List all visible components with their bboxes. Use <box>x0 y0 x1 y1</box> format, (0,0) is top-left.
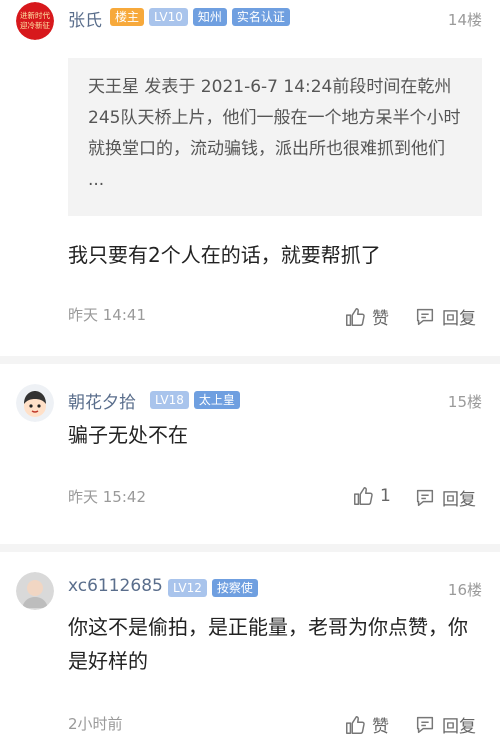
avatar-logo-image: 进新时代 迎冷新征 <box>16 2 54 40</box>
floor-number: 16楼 <box>447 581 482 599</box>
reply-label: 回复 <box>442 717 476 737</box>
svg-text:进新时代: 进新时代 <box>20 10 50 20</box>
reply-bubble-icon <box>416 716 434 733</box>
reply-bubble-icon <box>416 489 434 506</box>
comment-15: 朝花夕拾 LV18 太上皇 15楼 骗子无处不在 昨天 15:42 1 回复 <box>0 364 500 544</box>
svg-text:迎冷新征: 迎冷新征 <box>20 20 50 30</box>
comment-16: xc6112685 LV12 按察使 16楼 你这不是偷拍，是正能量，老哥为你点… <box>0 552 500 755</box>
thumbs-up-icon <box>346 715 365 734</box>
reply-button[interactable]: 回复 <box>414 304 476 329</box>
thumbs-up-icon <box>354 487 373 505</box>
quoted-post[interactable]: 天王星 发表于 2021-6-7 14:24前段时间在乾州245队天桥上片，他们… <box>68 58 482 216</box>
comment-text: 我只要有2个人在的话，就要帮抓了 <box>68 243 381 267</box>
comment-text: 你这不是偷拍，是正能量，老哥为你点赞，你是好样的 <box>68 615 468 673</box>
avatar[interactable] <box>16 572 54 610</box>
level-badge: LV10 <box>149 8 188 26</box>
avatar[interactable] <box>16 384 54 422</box>
like-button[interactable]: 赞 <box>344 304 389 329</box>
cartoon-avatar-image <box>16 384 54 422</box>
like-label: 赞 <box>372 309 389 329</box>
timestamp: 昨天 15:42 <box>68 488 146 506</box>
username[interactable]: xc6112685 <box>68 576 163 596</box>
like-button[interactable]: 赞 <box>344 712 389 737</box>
title-badge: 太上皇 <box>193 391 240 409</box>
like-label: 赞 <box>372 717 389 737</box>
title-badge: 知州 <box>192 8 227 26</box>
divider <box>0 356 500 364</box>
username[interactable]: 朝花夕拾 <box>68 388 136 413</box>
like-button[interactable]: 1 <box>352 485 391 507</box>
verified-badge: 实名认证 <box>231 8 290 26</box>
floor-number: 14楼 <box>447 11 482 29</box>
photo-avatar-image <box>16 572 54 610</box>
avatar[interactable]: 进新时代 迎冷新征 <box>16 2 54 40</box>
timestamp: 昨天 14:41 <box>68 306 146 324</box>
like-count: 1 <box>380 486 391 506</box>
user-badges: 楼主 LV10 知州 实名认证 <box>110 8 290 26</box>
title-badge: 按察使 <box>211 579 258 597</box>
reply-button[interactable]: 回复 <box>414 712 476 737</box>
comment-text: 骗子无处不在 <box>68 423 188 447</box>
username[interactable]: 张氏 <box>68 6 102 31</box>
thumbs-up-icon <box>346 307 365 326</box>
reply-label: 回复 <box>442 490 476 510</box>
divider <box>0 544 500 552</box>
owner-badge: 楼主 <box>110 8 145 26</box>
reply-button[interactable]: 回复 <box>414 485 476 510</box>
level-badge: LV18 <box>150 391 189 409</box>
user-badges: LV18 太上皇 <box>150 391 240 409</box>
timestamp: 2小时前 <box>68 715 123 733</box>
floor-number: 15楼 <box>447 393 482 411</box>
reply-label: 回复 <box>442 309 476 329</box>
user-badges: LV12 按察使 <box>168 579 258 597</box>
reply-bubble-icon <box>416 308 434 325</box>
comment-14: 进新时代 迎冷新征 张氏 楼主 LV10 知州 实名认证 14楼 天王星 发表于… <box>0 0 500 356</box>
level-badge: LV12 <box>168 579 207 597</box>
